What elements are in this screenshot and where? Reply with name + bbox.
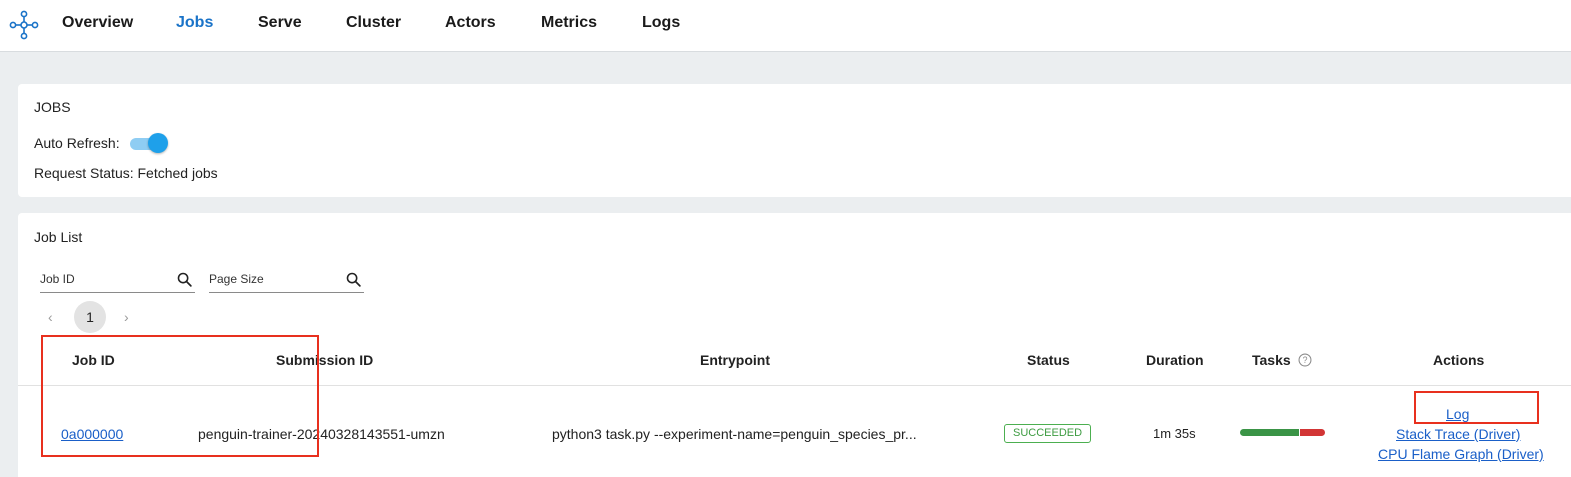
nav-serve[interactable]: Serve xyxy=(258,14,302,32)
nav-jobs[interactable]: Jobs xyxy=(176,14,213,32)
task-progress-bar xyxy=(1240,429,1325,436)
jobs-card: JOBS Auto Refresh: Request Status: Fetch… xyxy=(18,84,1571,197)
stack-trace-link[interactable]: Stack Trace (Driver) xyxy=(1396,426,1520,442)
page-size-input[interactable] xyxy=(209,269,334,289)
entrypoint-cell: python3 task.py --experiment-name=pengui… xyxy=(552,426,917,442)
table-header-divider xyxy=(18,385,1571,386)
request-status-text: Request Status: Fetched jobs xyxy=(34,165,218,181)
cpu-flame-graph-link[interactable]: CPU Flame Graph (Driver) xyxy=(1378,446,1544,462)
status-badge: SUCCEEDED xyxy=(1004,424,1092,443)
column-header-entrypoint: Entrypoint xyxy=(700,352,770,368)
search-icon[interactable] xyxy=(176,271,193,288)
job-id-link[interactable]: 0a000000 xyxy=(61,426,123,442)
column-header-tasks: Tasks xyxy=(1252,352,1291,368)
duration-cell: 1m 35s xyxy=(1153,426,1196,441)
column-header-job-id: Job ID xyxy=(72,352,115,368)
toggle-thumb xyxy=(148,133,168,153)
nav-actors[interactable]: Actors xyxy=(445,14,496,32)
search-icon[interactable] xyxy=(345,271,362,288)
nav-overview[interactable]: Overview xyxy=(62,14,133,32)
svg-text:?: ? xyxy=(1303,355,1308,365)
nav-cluster[interactable]: Cluster xyxy=(346,14,401,32)
job-id-search-input[interactable] xyxy=(40,269,165,289)
column-header-submission-id: Submission ID xyxy=(276,352,374,368)
job-list-card: Job List ‹ 1 › Job ID Submission ID Entr… xyxy=(18,213,1571,477)
column-header-status: Status xyxy=(1027,352,1070,368)
log-link[interactable]: Log xyxy=(1446,406,1469,422)
column-header-duration: Duration xyxy=(1146,352,1204,368)
task-progress-succeeded xyxy=(1240,429,1299,436)
pagination-prev-button[interactable]: ‹ xyxy=(48,309,53,325)
ray-logo-icon[interactable] xyxy=(8,9,40,41)
pagination-next-button[interactable]: › xyxy=(124,309,129,325)
top-nav-bar: Overview Jobs Serve Cluster Actors Metri… xyxy=(0,0,1571,52)
job-id-search-field xyxy=(40,269,195,293)
submission-id-cell: penguin-trainer-20240328143551-umzn xyxy=(198,426,445,442)
job-list-title: Job List xyxy=(34,229,83,245)
auto-refresh-label: Auto Refresh: xyxy=(34,135,120,151)
nav-metrics[interactable]: Metrics xyxy=(541,14,597,32)
column-header-actions: Actions xyxy=(1433,352,1485,368)
page-size-field xyxy=(209,269,364,293)
task-progress-failed xyxy=(1300,429,1325,436)
help-icon[interactable]: ? xyxy=(1298,353,1312,367)
nav-logs[interactable]: Logs xyxy=(642,14,680,32)
jobs-card-title: JOBS xyxy=(34,99,71,115)
auto-refresh-toggle[interactable] xyxy=(130,133,168,153)
pagination-page-button[interactable]: 1 xyxy=(74,301,106,333)
